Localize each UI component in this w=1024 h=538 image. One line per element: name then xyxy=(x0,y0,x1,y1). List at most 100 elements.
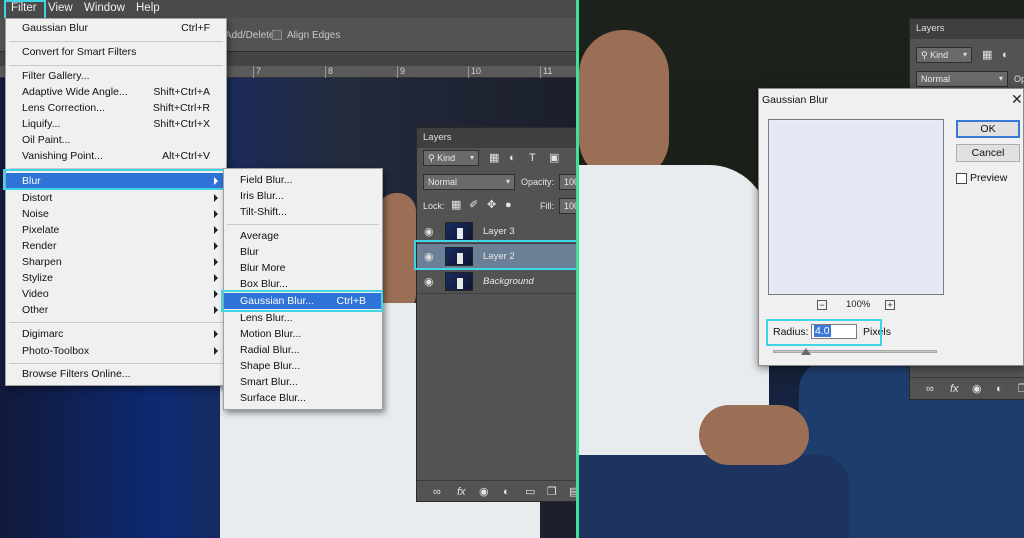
menu-item-noise[interactable]: Noise xyxy=(6,206,226,222)
layer-name: Layer 3 xyxy=(483,226,515,237)
menu-item-video[interactable]: Video xyxy=(6,286,226,302)
submenu-arrow-icon xyxy=(214,274,218,282)
radius-slider-thumb[interactable] xyxy=(801,348,811,355)
layers-panel-header: Layers xyxy=(417,128,577,148)
menu-item-sharpen[interactable]: Sharpen xyxy=(6,254,226,270)
blend-mode-select[interactable]: Normal ▾ xyxy=(916,71,1008,87)
fx-icon[interactable]: fx xyxy=(950,383,959,395)
new-group-icon[interactable]: ▭ xyxy=(525,486,535,498)
layer-2-highlight xyxy=(414,240,577,270)
submenu-arrow-icon xyxy=(214,330,218,338)
menu-item-vanishing-point[interactable]: Vanishing Point... Alt+Ctrl+V xyxy=(6,148,226,164)
submenu-arrow-icon xyxy=(214,347,218,355)
menu-item-filter-gallery[interactable]: Filter Gallery... xyxy=(6,68,226,84)
preview-checkbox[interactable] xyxy=(956,173,967,184)
menu-item-field-blur[interactable]: Field Blur... xyxy=(224,172,382,188)
menu-item-photo-toolbox[interactable]: Photo-Toolbox xyxy=(6,343,226,359)
lock-transparent-icon[interactable]: ▦ xyxy=(451,199,461,211)
menu-item-lens-blur[interactable]: Lens Blur... xyxy=(224,310,382,326)
menu-item-last-filter[interactable]: Gaussian Blur Ctrl+F xyxy=(6,20,226,36)
person-face xyxy=(579,30,669,180)
menu-item-motion-blur[interactable]: Motion Blur... xyxy=(224,326,382,342)
new-layer-icon[interactable]: ❐ xyxy=(547,486,557,498)
menu-item-iris-blur[interactable]: Iris Blur... xyxy=(224,188,382,204)
opacity-label: Opacity: xyxy=(521,177,555,187)
layer-filter-kind-select[interactable]: ⚲ Kind ▾ xyxy=(423,150,479,166)
radius-slider-track[interactable] xyxy=(773,350,937,353)
menu-item-distort[interactable]: Distort xyxy=(6,190,226,206)
menu-item-stylize[interactable]: Stylize xyxy=(6,270,226,286)
layers-panel-footer: ∞ fx ◉ ◐ ❐ xyxy=(910,377,1024,399)
menu-item-surface-blur[interactable]: Surface Blur... xyxy=(224,390,382,406)
zoom-in-icon[interactable]: + xyxy=(885,300,895,310)
layers-panel-header: Layers xyxy=(910,19,1024,39)
layers-panel-footer: ∞ fx ◉ ◐ ▭ ❐ ▤ xyxy=(417,480,577,502)
layers-tab[interactable]: Layers xyxy=(916,23,945,34)
submenu-arrow-icon xyxy=(214,210,218,218)
layer-thumbnail xyxy=(445,272,473,291)
filter-menu: Gaussian Blur Ctrl+F Convert for Smart F… xyxy=(5,18,227,386)
menu-view[interactable]: View xyxy=(48,2,73,14)
add-mask-icon[interactable]: ◉ xyxy=(972,383,982,395)
submenu-arrow-icon xyxy=(214,290,218,298)
shape-filter-icon[interactable]: ▣ xyxy=(549,152,559,164)
submenu-arrow-icon xyxy=(214,194,218,202)
blend-mode-select[interactable]: Normal ▾ xyxy=(423,174,515,190)
lock-all-icon[interactable]: ● xyxy=(505,199,512,211)
cancel-button[interactable]: Cancel xyxy=(956,144,1020,162)
new-layer-icon[interactable]: ❐ xyxy=(1018,383,1024,395)
zoom-out-icon[interactable]: − xyxy=(817,300,827,310)
add-mask-icon[interactable]: ◉ xyxy=(479,486,489,498)
layer-row[interactable]: ◉ Background xyxy=(417,269,577,294)
adjustment-filter-icon[interactable]: ◐ xyxy=(1002,49,1009,61)
ok-button[interactable]: OK xyxy=(956,120,1020,138)
visibility-eye-icon[interactable]: ◉ xyxy=(424,225,434,238)
type-filter-icon[interactable]: T xyxy=(529,152,536,164)
menu-item-smart-blur[interactable]: Smart Blur... xyxy=(224,374,382,390)
menu-item-liquify[interactable]: Liquify... Shift+Ctrl+X xyxy=(6,116,226,132)
menu-bar: Filter View Window Help xyxy=(0,0,577,20)
menu-item-pixelate[interactable]: Pixelate xyxy=(6,222,226,238)
menu-item-lens-correction[interactable]: Lens Correction... Shift+Ctrl+R xyxy=(6,100,226,116)
link-layers-icon[interactable]: ∞ xyxy=(926,383,934,395)
menu-item-average[interactable]: Average xyxy=(224,228,382,244)
link-layers-icon[interactable]: ∞ xyxy=(433,486,441,498)
menu-help[interactable]: Help xyxy=(136,2,160,14)
adjustment-filter-icon[interactable]: ◐ xyxy=(509,152,516,164)
menu-item-digimarc[interactable]: Digimarc xyxy=(6,326,226,342)
menu-item-adaptive-wide-angle[interactable]: Adaptive Wide Angle... Shift+Ctrl+A xyxy=(6,84,226,100)
lock-position-icon[interactable]: ✥ xyxy=(487,199,496,211)
layers-tab[interactable]: Layers xyxy=(423,132,452,143)
person-face xyxy=(378,193,416,313)
align-edges-checkbox[interactable] xyxy=(272,30,282,40)
menu-item-blur-more[interactable]: Blur More xyxy=(224,260,382,276)
menu-item-blur-basic[interactable]: Blur xyxy=(224,244,382,260)
menu-item-other[interactable]: Other xyxy=(6,302,226,318)
menu-item-convert-smart-filters[interactable]: Convert for Smart Filters xyxy=(6,44,226,60)
fill-input[interactable]: 100 xyxy=(559,198,577,214)
lock-image-icon[interactable]: ✐ xyxy=(469,199,478,211)
zoom-level: 100% xyxy=(846,299,871,310)
menu-item-tilt-shift[interactable]: Tilt-Shift... xyxy=(224,204,382,220)
menu-item-shape-blur[interactable]: Shape Blur... xyxy=(224,358,382,374)
image-filter-icon[interactable]: ▦ xyxy=(489,152,499,164)
person-jeans xyxy=(579,455,849,538)
adjustment-layer-icon[interactable]: ◐ xyxy=(503,486,510,498)
menu-item-render[interactable]: Render xyxy=(6,238,226,254)
menu-item-browse-filters-online[interactable]: Browse Filters Online... xyxy=(6,366,226,382)
visibility-eye-icon[interactable]: ◉ xyxy=(424,275,434,288)
filter-menu-highlight xyxy=(4,0,46,20)
menu-item-radial-blur[interactable]: Radial Blur... xyxy=(224,342,382,358)
blur-preview-area[interactable] xyxy=(768,119,944,295)
fx-icon[interactable]: fx xyxy=(457,486,466,498)
close-icon[interactable]: ✕ xyxy=(1011,91,1023,108)
opacity-input[interactable]: 100 xyxy=(559,174,577,190)
layer-filter-kind-select[interactable]: ⚲ Kind ▾ xyxy=(916,47,972,63)
submenu-arrow-icon xyxy=(214,226,218,234)
menu-item-oil-paint[interactable]: Oil Paint... xyxy=(6,132,226,148)
align-edges-label: Align Edges xyxy=(287,30,341,41)
menu-window[interactable]: Window xyxy=(84,2,125,14)
image-filter-icon[interactable]: ▦ xyxy=(982,49,992,61)
adjustment-layer-icon[interactable]: ◐ xyxy=(996,383,1003,395)
lock-label: Lock: xyxy=(423,201,445,211)
